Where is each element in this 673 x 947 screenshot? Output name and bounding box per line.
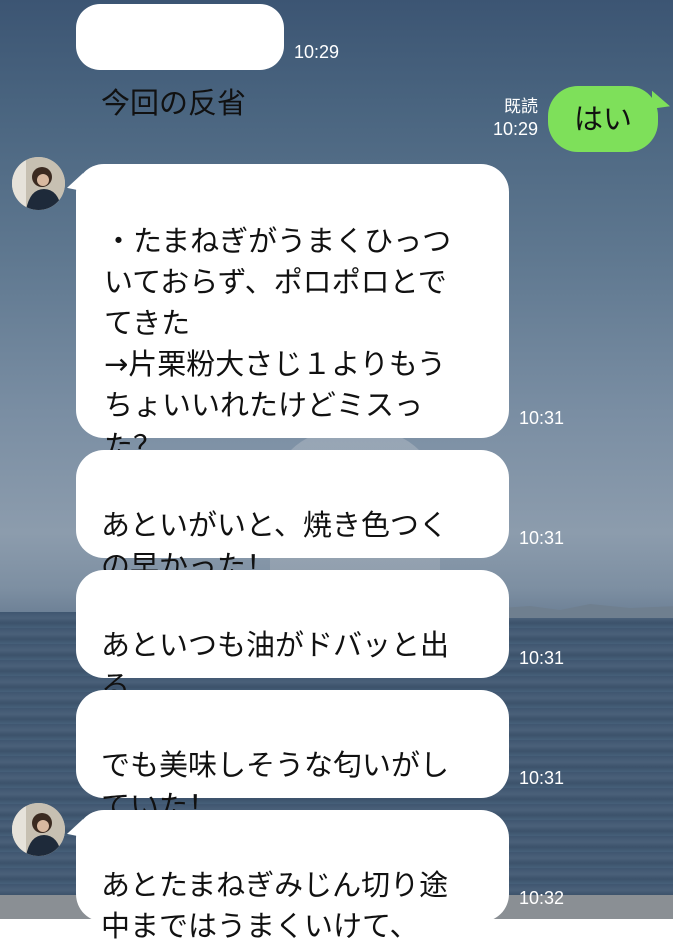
contact-avatar-icon[interactable] bbox=[12, 803, 65, 856]
message-bubble[interactable]: あといつも油がドバッと出 る bbox=[76, 570, 509, 703]
my-message-bubble[interactable]: はい bbox=[548, 86, 658, 152]
message-time: 10:31 bbox=[519, 648, 565, 668]
message-text: 今回の反省 bbox=[101, 86, 247, 120]
message-bubble[interactable]: あとたまねぎみじん切り途 中まではうまくいけて、 bbox=[76, 810, 509, 943]
message-bubble[interactable]: でも美味しそうな匂いがし ていた！ bbox=[76, 690, 509, 823]
message-time: 10:29 bbox=[492, 119, 538, 139]
message-time: 10:32 bbox=[519, 888, 565, 908]
read-label: 既読 bbox=[504, 97, 538, 116]
read-receipt: 既読 10:29 bbox=[470, 96, 538, 140]
message-text: あとたまねぎみじん切り途 中まではうまくいけて、 bbox=[101, 868, 449, 943]
message-time: 10:31 bbox=[519, 768, 565, 788]
message-bubble[interactable]: 今回の反省 bbox=[76, 4, 284, 120]
message-time: 10:31 bbox=[519, 408, 565, 428]
message-text: はい bbox=[573, 102, 632, 136]
message-bubble[interactable]: ・たまねぎがうまくひっつ いておらず、ポロポロとで てきた →片栗粉大さじ１より… bbox=[76, 164, 509, 463]
message-time: 10:29 bbox=[294, 42, 340, 62]
contact-avatar-icon[interactable] bbox=[12, 157, 65, 210]
message-bubble[interactable]: あといがいと、焼き色つく の早かった！ bbox=[76, 450, 509, 583]
message-time: 10:31 bbox=[519, 528, 565, 548]
message-text: ・たまねぎがうまくひっつ いておらず、ポロポロとで てきた →片栗粉大さじ１より… bbox=[104, 224, 452, 463]
